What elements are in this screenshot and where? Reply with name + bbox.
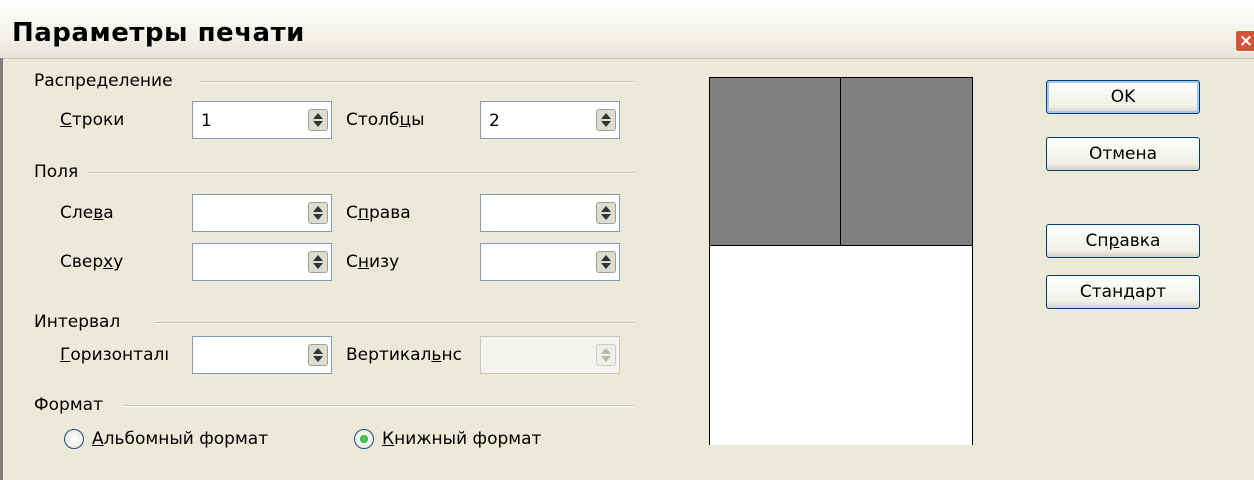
- left-margin-label: Слева: [60, 203, 114, 223]
- spin-down-icon: [601, 121, 611, 127]
- columns-spinbox[interactable]: 2: [480, 101, 620, 139]
- spin-down-icon: [313, 263, 323, 269]
- right-margin-label: Справа: [346, 203, 411, 223]
- columns-label: Столбцы: [346, 110, 425, 130]
- horizontal-spacing-spin-buttons[interactable]: [308, 344, 328, 366]
- spin-up-icon: [601, 206, 611, 212]
- section-distribution-label: Распределение: [34, 71, 173, 91]
- section-separator: [200, 81, 634, 83]
- spin-up-icon: [601, 255, 611, 261]
- landscape-radio[interactable]: [64, 429, 84, 449]
- rows-spinbox[interactable]: 1: [192, 101, 332, 139]
- top-margin-spinbox[interactable]: [192, 243, 332, 281]
- spin-down-icon: [313, 214, 323, 220]
- default-button[interactable]: Стандарт: [1046, 275, 1200, 309]
- section-margins-label: Поля: [34, 162, 79, 182]
- page-layout-preview: [709, 77, 973, 445]
- top-margin-label: Сверху: [60, 252, 124, 272]
- section-separator: [88, 172, 634, 174]
- rows-spin-buttons[interactable]: [308, 109, 328, 131]
- section-separator: [154, 322, 634, 324]
- spin-down-icon: [601, 214, 611, 220]
- landscape-label[interactable]: Альбомный формат: [92, 429, 268, 449]
- rows-value: 1: [201, 111, 212, 131]
- right-margin-spinbox[interactable]: [480, 194, 620, 232]
- top-margin-spin-buttons[interactable]: [308, 251, 328, 273]
- window-border: [0, 58, 3, 480]
- section-spacing-label: Интервал: [34, 312, 121, 332]
- bottom-margin-label: Снизу: [346, 252, 400, 272]
- columns-spin-buttons[interactable]: [596, 109, 616, 131]
- spin-up-icon: [313, 348, 323, 354]
- spin-down-icon: [313, 121, 323, 127]
- portrait-radio[interactable]: [354, 429, 374, 449]
- spin-down-icon: [313, 356, 323, 362]
- horizontal-spacing-spinbox[interactable]: [192, 336, 332, 374]
- vertical-spacing-spin-buttons[interactable]: [596, 344, 616, 366]
- vertical-spacing-label: Вертикальнс: [346, 345, 462, 365]
- radio-selected-indicator: [360, 435, 368, 443]
- spin-up-icon: [313, 206, 323, 212]
- title-bar: Параметры печати ×: [0, 0, 1254, 59]
- right-margin-spin-buttons[interactable]: [596, 202, 616, 224]
- spin-up-icon: [313, 113, 323, 119]
- spin-down-icon: [601, 263, 611, 269]
- spin-up-icon: [313, 255, 323, 261]
- section-separator: [124, 405, 634, 407]
- bottom-margin-spin-buttons[interactable]: [596, 251, 616, 273]
- help-button[interactable]: Справка: [1046, 224, 1200, 258]
- horizontal-spacing-label: Горизонталı: [60, 345, 170, 365]
- columns-value: 2: [489, 111, 500, 131]
- rows-label: Строки: [60, 110, 125, 130]
- spin-up-icon: [601, 113, 611, 119]
- close-button[interactable]: ×: [1235, 30, 1254, 52]
- dialog-title: Параметры печати: [12, 18, 305, 48]
- cancel-button[interactable]: Отмена: [1046, 137, 1200, 171]
- preview-page-cell: [841, 78, 972, 246]
- bottom-margin-spinbox[interactable]: [480, 243, 620, 281]
- spin-down-icon: [601, 356, 611, 362]
- portrait-label[interactable]: Книжный формат: [382, 429, 541, 449]
- spin-up-icon: [601, 348, 611, 354]
- section-format-label: Формат: [34, 395, 103, 415]
- ok-button[interactable]: OK: [1046, 80, 1200, 114]
- preview-page-cell: [710, 78, 841, 246]
- vertical-spacing-spinbox[interactable]: [480, 336, 620, 374]
- left-margin-spinbox[interactable]: [192, 194, 332, 232]
- left-margin-spin-buttons[interactable]: [308, 202, 328, 224]
